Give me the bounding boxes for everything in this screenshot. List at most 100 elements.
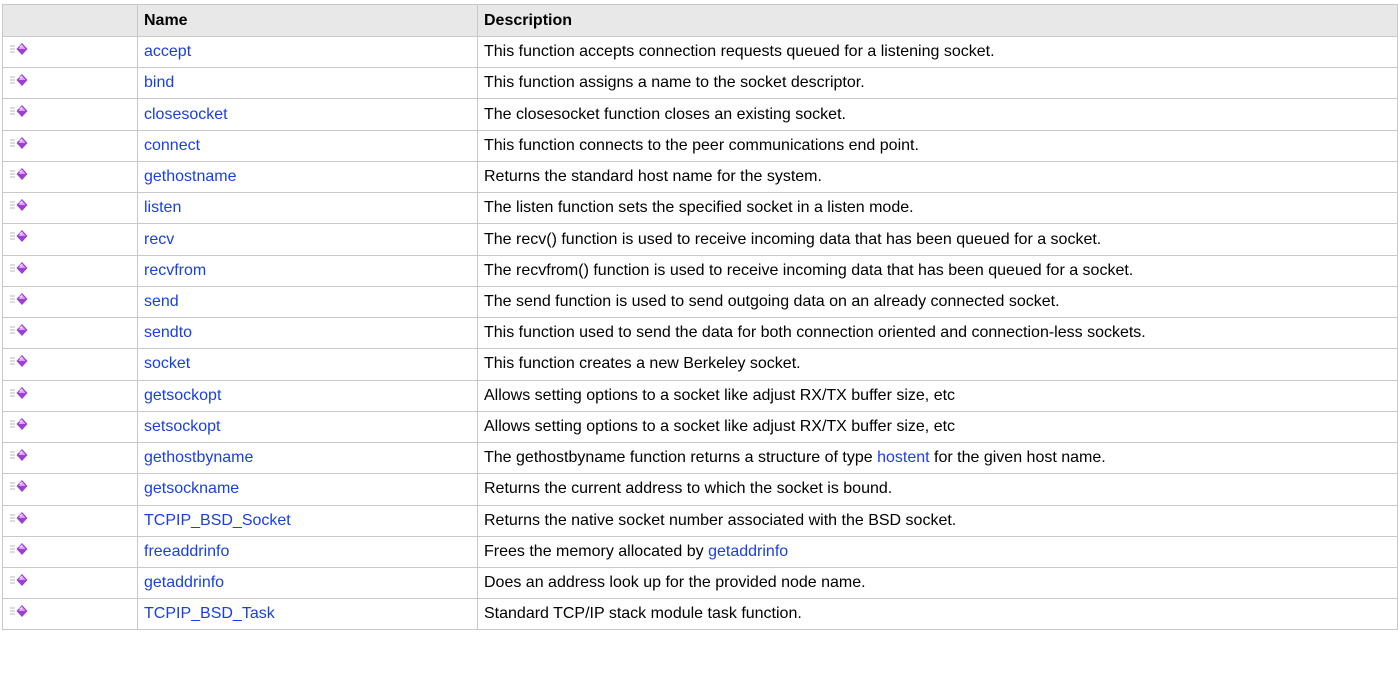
table-row: connect This function connects to the pe… [2,129,1398,162]
public-method-icon [9,69,29,98]
icon-cell [2,67,138,100]
icon-cell [2,379,138,412]
name-cell: send [137,285,478,319]
name-cell: getaddrinfo [137,566,478,600]
description-cell: The gethostbyname function returns a str… [477,442,1398,475]
description-cell: This function assigns a name to the sock… [477,67,1398,100]
name-cell: TCPIP_BSD_Task [137,598,478,631]
description-text: for the given host name. [929,449,1106,467]
description-cell: The listen function sets the specified s… [477,192,1398,225]
icon-cell [2,535,138,568]
name-cell: accept [137,35,478,69]
public-method-icon [9,162,29,191]
description-text: The gethostbyname function returns a str… [484,449,878,467]
icon-cell [2,192,138,225]
description-link[interactable]: getaddrinfo [708,543,788,560]
name-cell: sendto [137,317,478,350]
public-method-icon [9,287,29,316]
table-row: gethostname Returns the standard host na… [2,160,1398,194]
description-cell: This function creates a new Berkeley soc… [477,348,1398,381]
description-cell: This function connects to the peer commu… [477,129,1398,162]
function-name-link[interactable]: gethostbyname [144,449,253,466]
name-cell: gethostname [137,160,478,194]
table-row: recvfrom The recvfrom() function is used… [2,254,1398,287]
description-cell: Standard TCP/IP stack module task functi… [477,598,1398,631]
description-text: Frees the memory allocated by [484,542,709,560]
table-body: accept This function accepts connection … [2,35,1398,631]
public-method-icon [9,131,29,160]
icon-cell [2,129,138,162]
table-row: sendto This function used to send the da… [2,317,1398,350]
function-name-link[interactable]: setsockopt [144,418,220,435]
description-cell: The recvfrom() function is used to recei… [477,254,1398,287]
table-row: freeaddrinfo Frees the memory allocated … [2,535,1398,568]
name-cell: freeaddrinfo [137,535,478,568]
icon-cell [2,35,138,69]
icon-column-header [2,4,138,37]
table-header-row: Name Description [2,4,1398,37]
name-cell: TCPIP_BSD_Socket [137,504,478,537]
name-cell: setsockopt [137,410,478,444]
table-row: getsockname Returns the current address … [2,473,1398,506]
table-row: accept This function accepts connection … [2,35,1398,69]
table-row: closesocket The closesocket function clo… [2,98,1398,131]
description-cell: Allows setting options to a socket like … [477,410,1398,444]
function-name-link[interactable]: send [144,293,179,310]
table-row: TCPIP_BSD_Task Standard TCP/IP stack mod… [2,598,1398,631]
function-name-link[interactable]: recvfrom [144,262,206,279]
name-cell: recv [137,223,478,256]
table-row: gethostbyname The gethostbyname function… [2,442,1398,475]
public-method-icon [9,506,29,535]
name-column-header: Name [137,4,478,37]
name-cell: connect [137,129,478,162]
table-row: getaddrinfo Does an address look up for … [2,566,1398,600]
description-cell: Returns the native socket number associa… [477,504,1398,537]
table-row: send The send function is used to send o… [2,285,1398,319]
function-name-link[interactable]: sendto [144,324,192,341]
description-column-header: Description [477,4,1398,37]
function-name-link[interactable]: TCPIP_BSD_Task [144,605,275,622]
table-row: listen The listen function sets the spec… [2,192,1398,225]
table-row: recv The recv() function is used to rece… [2,223,1398,256]
functions-table: Name Description accept This function ac… [2,4,1398,631]
icon-cell [2,254,138,287]
public-method-icon [9,568,29,597]
table-row: setsockopt Allows setting options to a s… [2,410,1398,444]
name-cell: bind [137,67,478,100]
icon-cell [2,598,138,631]
table-row: getsockopt Allows setting options to a s… [2,379,1398,412]
description-cell: Returns the current address to which the… [477,473,1398,506]
function-name-link[interactable]: getsockopt [144,387,221,404]
public-method-icon [9,600,29,629]
public-method-icon [9,319,29,348]
function-name-link[interactable]: freeaddrinfo [144,543,229,560]
function-name-link[interactable]: gethostname [144,168,237,185]
function-name-link[interactable]: getsockname [144,480,239,497]
public-method-icon [9,475,29,504]
function-name-link[interactable]: recv [144,231,174,248]
description-cell: Does an address look up for the provided… [477,566,1398,600]
public-method-icon [9,412,29,441]
icon-cell [2,348,138,381]
name-cell: gethostbyname [137,442,478,475]
name-cell: socket [137,348,478,381]
description-cell: The send function is used to send outgoi… [477,285,1398,319]
function-name-link[interactable]: listen [144,199,181,216]
icon-cell [2,285,138,319]
function-name-link[interactable]: closesocket [144,106,228,123]
icon-cell [2,317,138,350]
function-name-link[interactable]: connect [144,137,200,154]
function-name-link[interactable]: accept [144,43,191,60]
icon-cell [2,223,138,256]
function-name-link[interactable]: socket [144,355,190,372]
function-name-link[interactable]: bind [144,74,174,91]
name-cell: getsockname [137,473,478,506]
name-cell: recvfrom [137,254,478,287]
table-row: socket This function creates a new Berke… [2,348,1398,381]
public-method-icon [9,256,29,285]
public-method-icon [9,537,29,566]
description-link[interactable]: hostent [877,449,929,466]
function-name-link[interactable]: TCPIP_BSD_Socket [144,512,291,529]
icon-cell [2,566,138,600]
function-name-link[interactable]: getaddrinfo [144,574,224,591]
